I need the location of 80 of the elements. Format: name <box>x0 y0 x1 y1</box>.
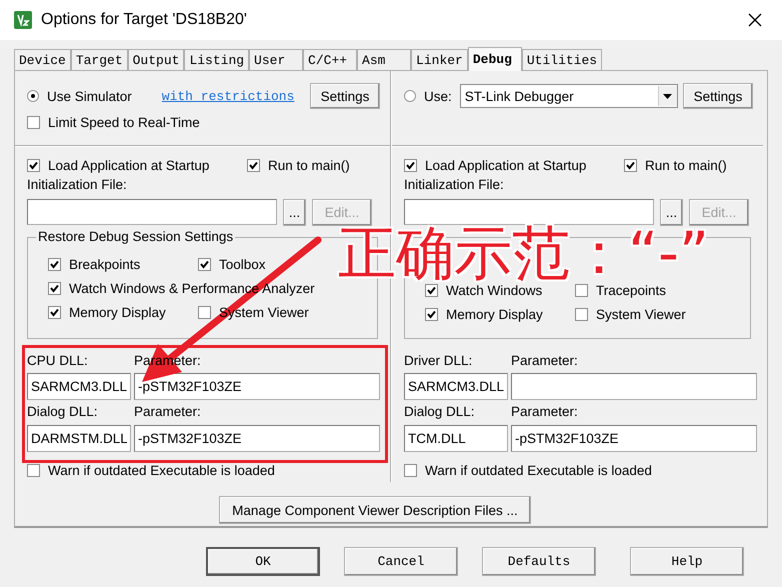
radio-label: Use: <box>424 88 452 104</box>
checkbox-label: Run to main() <box>268 158 350 172</box>
radio-button[interactable] <box>27 90 39 102</box>
tab[interactable]: C/C++ <box>303 49 358 70</box>
checkbox[interactable] <box>48 282 61 294</box>
checkbox[interactable] <box>198 306 211 318</box>
radio-button[interactable] <box>404 90 416 102</box>
tab[interactable]: Utilities <box>522 49 602 70</box>
checkbox[interactable] <box>27 464 40 476</box>
tab[interactable]: Output <box>128 49 184 70</box>
input-field[interactable] <box>511 373 757 400</box>
checkbox[interactable] <box>27 116 40 128</box>
annotation-text: 正确示范：“-” <box>338 226 710 280</box>
input-field[interactable]: TCM.DLL <box>404 425 508 452</box>
checkbox-label: Warn if outdated Executable is loaded <box>425 462 652 478</box>
input-field[interactable]: -pSTM32F103ZE <box>511 425 757 452</box>
field-label: CPU DLL: <box>27 352 89 368</box>
checkbox-label: Tracepoints <box>596 282 666 298</box>
checkbox[interactable] <box>404 158 417 172</box>
field-label: Initialization File: <box>404 177 505 194</box>
field-label: Dialog DLL: <box>404 404 476 418</box>
input-field[interactable] <box>404 199 654 225</box>
checkbox[interactable] <box>425 284 438 296</box>
checkbox[interactable] <box>27 158 40 172</box>
checkbox[interactable] <box>48 306 61 318</box>
input-field[interactable]: -pSTM32F103ZE <box>134 425 380 452</box>
app-icon <box>14 11 32 29</box>
browse-button[interactable]: ... <box>283 198 306 226</box>
dialog-button[interactable]: OK <box>206 547 320 576</box>
dialog-button[interactable]: Help <box>630 547 744 576</box>
tab[interactable]: User <box>249 49 304 70</box>
tab[interactable]: Target <box>70 49 128 70</box>
caret-icon <box>663 94 672 98</box>
checkbox-label: System Viewer <box>596 306 686 322</box>
field-label: Parameter: <box>511 352 579 368</box>
tab[interactable]: Listing <box>184 49 250 70</box>
checkbox-label: Load Application at Startup <box>425 158 586 172</box>
debugger-dropdown[interactable]: ST-Link Debugger <box>460 84 678 108</box>
manage-files-button[interactable]: Manage Component Viewer Description Files ... <box>219 496 531 524</box>
checkbox[interactable] <box>198 258 211 270</box>
checkbox[interactable] <box>247 158 260 172</box>
tab[interactable]: Linker <box>411 49 468 70</box>
checkbox[interactable] <box>48 258 61 270</box>
dialog-button[interactable]: Defaults <box>482 547 596 576</box>
checkbox[interactable] <box>575 284 588 296</box>
checkbox[interactable] <box>425 308 438 320</box>
checkbox-label: Warn if outdated Executable is loaded <box>48 462 275 478</box>
checkbox-label: Toolbox <box>219 256 266 272</box>
input-field[interactable]: SARMCM3.DLL <box>404 373 508 400</box>
checkbox-label: Memory Display <box>69 304 166 320</box>
tab[interactable]: Device <box>14 49 71 70</box>
input-field[interactable]: DARMSTM.DLL <box>27 425 131 452</box>
dialog-button[interactable]: Cancel <box>344 547 458 576</box>
radio-label: Use Simulator <box>47 88 132 104</box>
checkbox[interactable] <box>404 464 417 476</box>
checkbox-label: Watch Windows <box>446 282 542 298</box>
field-label: Dialog DLL: <box>27 404 99 418</box>
settings-button[interactable]: Settings <box>310 83 380 109</box>
checkbox-label: Breakpoints <box>69 256 140 272</box>
restrictions-link[interactable]: with restrictions <box>162 88 294 104</box>
field-label: Driver DLL: <box>404 352 474 368</box>
input-field[interactable]: SARMCM3.DLL <box>27 373 131 400</box>
checkbox-label: Load Application at Startup <box>48 158 210 172</box>
field-label: Initialization File: <box>27 177 128 194</box>
close-icon[interactable] <box>748 13 762 27</box>
tab[interactable]: Asm <box>357 49 412 70</box>
input-field[interactable] <box>27 199 277 225</box>
settings-button[interactable]: Settings <box>683 83 753 109</box>
input-field[interactable]: -pSTM32F103ZE <box>134 373 380 400</box>
checkbox-label: Memory Display <box>446 306 543 322</box>
tab[interactable]: Debug <box>468 47 522 71</box>
field-label: Parameter: <box>134 404 202 418</box>
checkbox[interactable] <box>575 308 588 320</box>
field-label: Parameter: <box>511 404 579 418</box>
browse-button[interactable]: ... <box>660 198 683 226</box>
checkbox-label: Limit Speed to Real-Time <box>48 114 200 130</box>
checkbox[interactable] <box>624 158 637 172</box>
window-title: Options for Target 'DS18B20' <box>41 11 248 29</box>
group-title: Restore Debug Session Settings <box>36 229 236 244</box>
checkbox-label: Run to main() <box>645 158 727 172</box>
